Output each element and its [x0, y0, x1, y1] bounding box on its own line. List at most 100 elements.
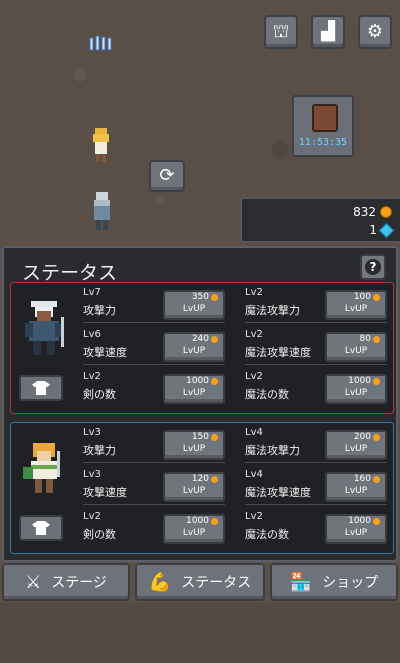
coin-icon — [211, 475, 218, 483]
nav-status-label: ステータス — [181, 575, 252, 591]
pet-box[interactable]: 11:53:35 — [292, 95, 354, 157]
lvup-button[interactable]: 1000 LvUP — [325, 374, 387, 404]
lvup-label: LvUP — [182, 486, 206, 496]
stat-name: 魔法攻撃速度 — [245, 486, 311, 499]
coin-icon — [373, 335, 380, 343]
cost-value: 160 — [353, 474, 371, 484]
nav-shop-label: ショップ — [322, 575, 379, 591]
lvup-cost: 1000 — [348, 516, 380, 526]
silver-hero-sprite — [94, 192, 110, 230]
game-field: ⟳ ⛫ ▟ ⚙ 11:53:35 832 1 — [0, 0, 400, 250]
lvup-button[interactable]: 200 LvUP — [325, 430, 387, 460]
divider — [83, 364, 225, 365]
crossed-swords-icon: ⚔ — [25, 571, 42, 593]
lvup-label: LvUP — [182, 304, 206, 314]
stat-name: 攻撃速度 — [83, 486, 127, 499]
lvup-cost: 1000 — [186, 376, 218, 386]
stat-name: 剣の数 — [83, 528, 116, 541]
lvup-button[interactable]: 240 LvUP — [163, 332, 225, 362]
nav-status-button[interactable]: 💪 ステータス — [135, 563, 265, 601]
lvup-label: LvUP — [344, 444, 368, 454]
lvup-button[interactable]: 120 LvUP — [163, 472, 225, 502]
stat-name: 魔法攻撃力 — [245, 444, 300, 457]
bottom-nav: ⚔ ステージ 💪 ステータス 🏪 ショップ — [0, 563, 400, 603]
stat-magic-count: Lv2 魔法の数 1000 LvUP — [245, 511, 387, 547]
divider — [245, 322, 387, 323]
flexed-arm-icon: 💪 — [148, 571, 172, 593]
equipment-button[interactable] — [19, 375, 63, 401]
stat-magic-attack-speed: Lv2 魔法攻撃速度 80 LvUP — [245, 329, 387, 365]
nav-shop-button[interactable]: 🏪 ショップ — [270, 563, 398, 601]
cost-value: 1000 — [186, 516, 209, 526]
podium-button[interactable]: ▟ — [311, 15, 345, 49]
lvup-button[interactable]: 80 LvUP — [325, 332, 387, 362]
coin-icon — [373, 377, 380, 385]
blonde-hero-sprite — [93, 128, 109, 162]
refresh-icon: ⟳ — [159, 165, 175, 186]
stat-level: Lv2 — [245, 329, 263, 340]
stat-name: 攻撃速度 — [83, 346, 127, 359]
tower-button[interactable]: ⛫ — [264, 15, 298, 49]
heroine-portrait — [23, 443, 60, 493]
cost-value: 1000 — [186, 376, 209, 386]
stat-level: Lv2 — [245, 371, 263, 382]
shop-icon: 🏪 — [289, 571, 313, 593]
gem-count: 1 — [369, 223, 377, 237]
lvup-button[interactable]: 100 LvUP — [325, 290, 387, 320]
cost-value: 150 — [191, 432, 209, 442]
cost-value: 1000 — [348, 376, 371, 386]
lvup-button[interactable]: 150 LvUP — [163, 430, 225, 460]
coin-icon — [373, 433, 380, 441]
stat-level: Lv4 — [245, 469, 263, 480]
coin-icon — [373, 293, 380, 301]
lvup-button[interactable]: 350 LvUP — [163, 290, 225, 320]
stat-level: Lv7 — [83, 287, 101, 298]
stat-name: 魔法攻撃力 — [245, 304, 300, 317]
pet-timer: 11:53:35 — [298, 137, 348, 148]
gem-icon — [378, 222, 395, 238]
lvup-label: LvUP — [344, 346, 368, 356]
help-button[interactable]: ? — [360, 254, 386, 280]
cost-value: 200 — [353, 432, 371, 442]
cost-value: 100 — [353, 292, 371, 302]
lvup-cost: 120 — [192, 474, 218, 484]
coin-icon — [211, 335, 218, 343]
divider — [83, 322, 225, 323]
cost-value: 240 — [191, 334, 209, 344]
stat-sword-count: Lv2 剣の数 1000 LvUP — [83, 371, 225, 407]
divider — [245, 364, 387, 365]
settings-button[interactable]: ⚙ — [358, 15, 392, 49]
lvup-label: LvUP — [182, 528, 206, 538]
swap-button[interactable]: ⟳ — [149, 160, 185, 192]
podium-icon: ▟ — [321, 21, 335, 42]
stat-magic-attack: Lv2 魔法攻撃力 100 LvUP — [245, 287, 387, 323]
lvup-cost: 200 — [354, 432, 380, 442]
lvup-button[interactable]: 1000 LvUP — [325, 514, 387, 544]
lvup-cost: 1000 — [186, 516, 218, 526]
stat-attack: Lv7 攻撃力 350 LvUP — [83, 287, 225, 323]
lvup-button[interactable]: 160 LvUP — [325, 472, 387, 502]
lvup-cost: 160 — [354, 474, 380, 484]
divider — [83, 462, 225, 463]
stat-level: Lv2 — [83, 371, 101, 382]
lvup-label: LvUP — [344, 388, 368, 398]
cost-value: 120 — [191, 474, 209, 484]
lvup-label: LvUP — [344, 486, 368, 496]
nav-stage-button[interactable]: ⚔ ステージ — [2, 563, 130, 601]
swordsman-portrait — [25, 301, 64, 355]
lvup-button[interactable]: 1000 LvUP — [163, 374, 225, 404]
stat-attack: Lv3 攻撃力 150 LvUP — [83, 427, 225, 463]
stat-name: 魔法の数 — [245, 528, 289, 541]
shirt-icon — [32, 521, 50, 535]
status-panel: ステータス ? Lv7 攻撃力 350 LvUP Lv2 魔法攻撃力 100 L… — [2, 246, 398, 562]
stat-level: Lv6 — [83, 329, 101, 340]
coin-count: 832 — [353, 205, 376, 219]
equipment-button[interactable] — [19, 515, 63, 541]
stat-level: Lv2 — [83, 511, 101, 522]
stat-level: Lv2 — [245, 287, 263, 298]
stat-magic-attack: Lv4 魔法攻撃力 200 LvUP — [245, 427, 387, 463]
stat-name: 剣の数 — [83, 388, 116, 401]
background-floor — [0, 603, 400, 663]
lvup-button[interactable]: 1000 LvUP — [163, 514, 225, 544]
lvup-cost: 150 — [192, 432, 218, 442]
